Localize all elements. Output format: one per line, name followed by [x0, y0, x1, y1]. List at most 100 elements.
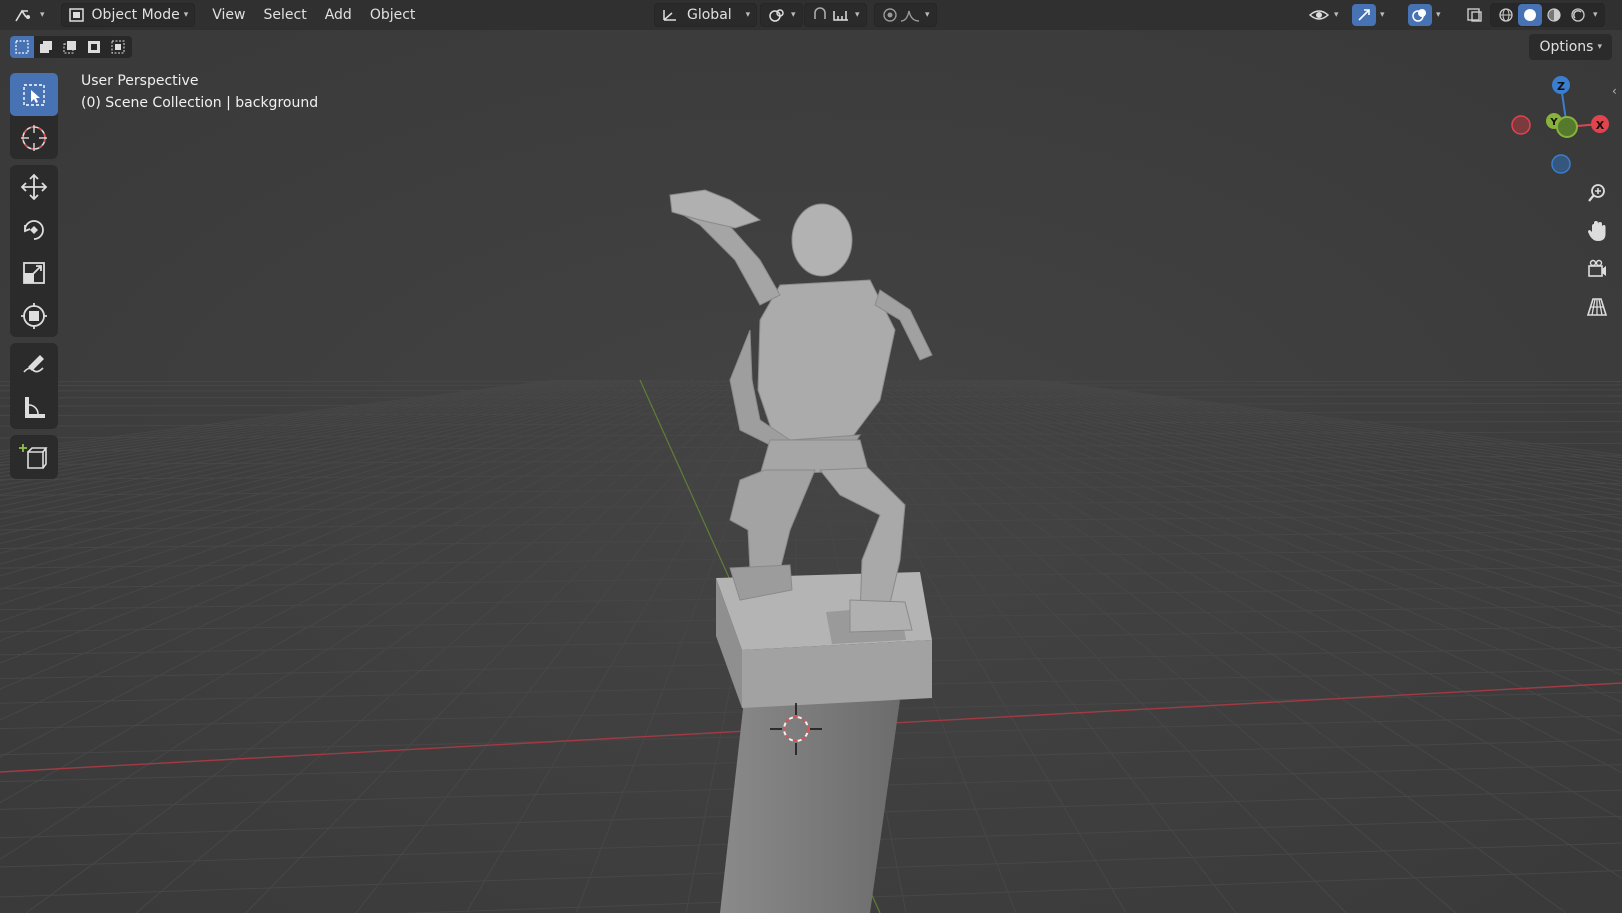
chevron-down-icon: ▾ — [1334, 10, 1339, 20]
select-intersect-icon — [111, 40, 125, 54]
gizmo-icon — [1352, 4, 1376, 26]
gizmo-toggle-button[interactable]: ▾ — [1346, 3, 1391, 27]
select-new-icon — [15, 40, 29, 54]
pan-button[interactable] — [1580, 214, 1614, 248]
tool-cursor[interactable] — [10, 116, 58, 159]
editor-type-icon — [15, 9, 30, 22]
select-subtract-icon — [63, 41, 76, 54]
zoom-button[interactable] — [1580, 176, 1614, 210]
eye-icon — [1308, 10, 1330, 20]
select-intersect-button[interactable] — [106, 36, 130, 58]
rendered-shading-button[interactable] — [1566, 4, 1590, 26]
select-invert-icon — [88, 41, 100, 53]
view-name-label: User Perspective — [81, 73, 199, 89]
solid-icon — [1524, 9, 1536, 21]
snap-icon — [814, 7, 826, 19]
scale-icon — [23, 261, 45, 284]
transform-icon — [21, 302, 47, 329]
tool-rotate[interactable] — [10, 208, 58, 251]
tool-settings-row: Options ▾ — [0, 34, 1622, 60]
tool-measure[interactable] — [10, 386, 58, 429]
toolbar-group-transform — [10, 165, 58, 337]
cursor-icon — [21, 124, 47, 151]
chevron-down-icon: ▾ — [183, 10, 189, 20]
tool-annotate[interactable] — [10, 343, 58, 386]
gizmo-y-label: Y — [1549, 117, 1558, 128]
gizmo-z-label: Z — [1557, 80, 1565, 93]
object-mode-icon — [68, 8, 84, 22]
neg-z-axis-icon — [1551, 154, 1571, 174]
3d-viewport[interactable]: Z X Y ▾ Object Mode ▾ View Select Add Ob… — [0, 0, 1622, 913]
tool-move[interactable] — [10, 165, 58, 208]
chevron-down-icon: ▾ — [855, 10, 860, 20]
selection-mode-group — [10, 36, 132, 58]
proportional-editing-button[interactable]: ▾ — [874, 3, 937, 27]
shading-group: ▾ — [1490, 3, 1605, 27]
transform-orientation-selector[interactable]: Global ▾ — [654, 3, 758, 27]
toolbar-group-select — [10, 73, 58, 159]
gizmo-x-label: X — [1596, 119, 1605, 132]
chevron-down-icon: ▾ — [40, 10, 45, 20]
rendered-icon — [1571, 8, 1585, 22]
wireframe-shading-button[interactable] — [1494, 4, 1518, 26]
toolbar-group-add — [10, 435, 58, 479]
mode-selector[interactable]: Object Mode ▾ — [60, 3, 196, 27]
select-new-button[interactable] — [10, 36, 34, 58]
hand-icon — [1588, 221, 1606, 241]
options-label: Options — [1539, 39, 1594, 55]
menu-add[interactable]: Add — [316, 3, 361, 27]
mode-label: Object Mode — [91, 7, 180, 23]
solid-shading-button[interactable] — [1518, 4, 1542, 26]
proportional-edit-icon — [883, 8, 897, 22]
snap-button[interactable]: ▾ — [804, 3, 867, 27]
sidebar-toggle-icon[interactable]: ‹ — [1612, 84, 1617, 98]
scene-canvas[interactable]: Z X Y — [0, 0, 1622, 913]
move-icon — [20, 173, 48, 200]
editor-type-button[interactable]: ▾ — [8, 3, 51, 27]
rotate-icon — [24, 219, 44, 240]
pillar-mesh — [720, 700, 900, 913]
orientation-icon — [663, 10, 676, 21]
overlays-button[interactable]: ▾ — [1402, 3, 1447, 27]
tool-add-cube[interactable] — [10, 435, 58, 478]
select-extend-button[interactable] — [34, 36, 58, 58]
viewport-header: ▾ Object Mode ▾ View Select Add Object G… — [0, 0, 1622, 30]
select-subtract-button[interactable] — [58, 36, 82, 58]
collection-info-label: (0) Scene Collection | background — [81, 95, 319, 111]
overlays-icon — [1408, 4, 1432, 26]
chevron-down-icon[interactable]: ▾ — [1593, 10, 1598, 20]
options-button[interactable]: Options ▾ — [1529, 34, 1612, 60]
select-box-icon — [23, 83, 45, 106]
visibility-button[interactable]: ▾ — [1302, 3, 1345, 27]
tool-scale[interactable] — [10, 251, 58, 294]
chevron-down-icon: ▾ — [1380, 10, 1385, 20]
camera-view-button[interactable] — [1580, 252, 1614, 286]
camera-icon — [1588, 259, 1606, 277]
chevron-down-icon: ▾ — [745, 10, 751, 20]
pivot-icon — [769, 9, 784, 22]
falloff-curve-icon — [900, 10, 920, 22]
chevron-down-icon: ▾ — [1597, 42, 1602, 52]
wireframe-icon — [1499, 8, 1513, 22]
menu-view[interactable]: View — [203, 3, 254, 27]
material-shading-button[interactable] — [1542, 4, 1566, 26]
pivot-point-button[interactable]: ▾ — [760, 3, 803, 27]
zoom-icon — [1588, 184, 1605, 202]
menu-bar: View Select Add Object — [203, 3, 424, 27]
menu-select[interactable]: Select — [255, 3, 316, 27]
select-invert-button[interactable] — [82, 36, 106, 58]
select-extend-icon — [40, 41, 52, 53]
tool-select-box[interactable] — [10, 73, 58, 116]
orientation-label: Global — [687, 7, 732, 23]
add-cube-icon — [19, 443, 48, 469]
material-icon — [1547, 8, 1561, 22]
toolbar-group-annotate — [10, 343, 58, 429]
chevron-down-icon: ▾ — [1436, 10, 1441, 20]
ortho-toggle-button[interactable] — [1580, 290, 1614, 324]
xray-button[interactable] — [1460, 3, 1490, 27]
neg-x-axis-icon — [1511, 115, 1531, 135]
chevron-down-icon: ▾ — [925, 10, 930, 20]
snap-increment-icon — [833, 11, 848, 21]
tool-transform[interactable] — [10, 294, 58, 337]
menu-object[interactable]: Object — [361, 3, 425, 27]
